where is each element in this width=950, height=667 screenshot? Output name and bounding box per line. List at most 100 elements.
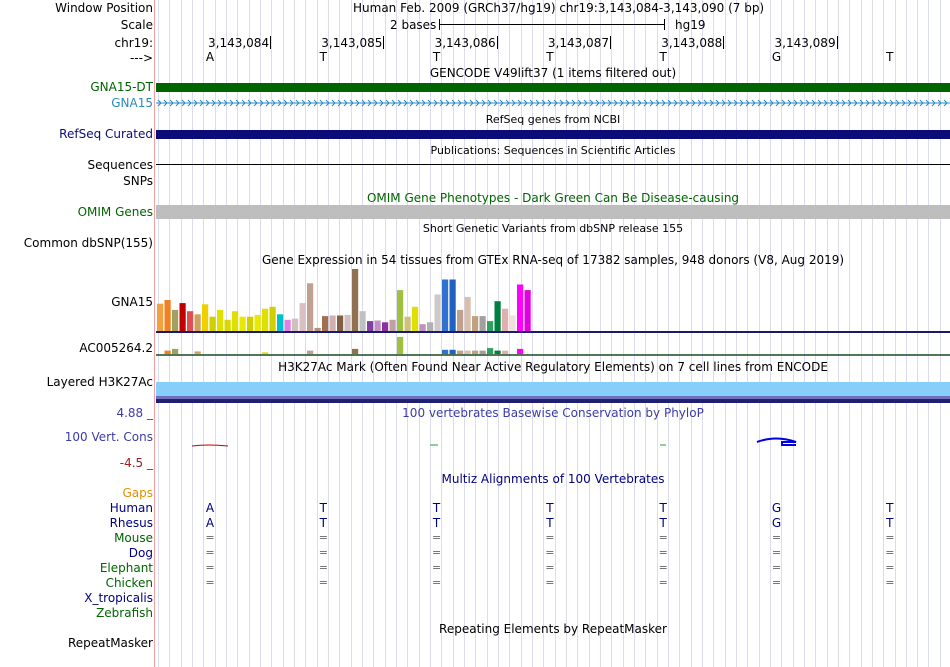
- gtex-tissue-bar[interactable]: [442, 279, 449, 332]
- species-label-x_tropicalis[interactable]: X_tropicalis: [84, 591, 153, 605]
- gna15-transcript-line[interactable]: [156, 97, 950, 109]
- gtex-tissue-bar[interactable]: [382, 322, 389, 331]
- base-letter: T: [886, 50, 894, 64]
- gna15dt-gene-bar[interactable]: [156, 83, 950, 92]
- species-label-human[interactable]: Human: [110, 501, 153, 515]
- gtex-tissue-bar[interactable]: [404, 316, 411, 331]
- h3k27ac-signal-base: [156, 399, 950, 403]
- gtex-tissue-bar[interactable]: [277, 314, 284, 331]
- gtex-tissue-bar[interactable]: [352, 269, 359, 331]
- ruler-tick: [497, 36, 498, 49]
- gtex-tissue-bar[interactable]: [187, 311, 194, 331]
- gtex-tissue-bar[interactable]: [487, 348, 494, 354]
- gtex-tissue-bar[interactable]: [487, 321, 494, 331]
- gtex-tissue-bar[interactable]: [457, 309, 464, 331]
- gtex-tissue-bar[interactable]: [299, 303, 306, 331]
- gtex-gna15-barchart[interactable]: [156, 268, 950, 334]
- gtex-tissue-bar[interactable]: [517, 284, 524, 332]
- gtex-tissue-bar[interactable]: [374, 320, 381, 332]
- gtex-tissue-bar[interactable]: [434, 294, 441, 331]
- refseq-gene-bar[interactable]: [156, 130, 950, 139]
- gtex-tissue-bar[interactable]: [284, 319, 291, 331]
- gtex-tissue-bar[interactable]: [239, 316, 246, 331]
- gtex-tissue-bar[interactable]: [449, 349, 456, 355]
- gtex-tissue-bar[interactable]: [329, 315, 336, 332]
- refseq-label[interactable]: RefSeq Curated: [59, 127, 153, 141]
- gtex-tissue-bar[interactable]: [494, 301, 501, 331]
- species-label-zebrafish[interactable]: Zebrafish: [96, 606, 153, 620]
- gtex-tissue-bar[interactable]: [502, 308, 509, 331]
- gtex-tissue-bar[interactable]: [322, 316, 329, 331]
- gtex-tissue-bar[interactable]: [194, 314, 201, 331]
- h3k27ac-track-title: H3K27Ac Mark (Often Found Near Active Re…: [278, 360, 828, 374]
- gtex-tissue-bar[interactable]: [307, 350, 314, 354]
- gtex-tissue-bar[interactable]: [524, 290, 531, 331]
- gna15-label[interactable]: GNA15: [111, 96, 153, 110]
- gtex-tissue-bar[interactable]: [217, 309, 224, 331]
- gtex-ac005264-label[interactable]: AC005264.2: [79, 341, 153, 355]
- gtex-tissue-bar[interactable]: [472, 350, 479, 354]
- gtex-tissue-bar[interactable]: [479, 316, 486, 331]
- h3k27ac-signal-bar[interactable]: [156, 382, 950, 396]
- species-label-rhesus[interactable]: Rhesus: [110, 516, 153, 530]
- gtex-tissue-bar[interactable]: [457, 350, 464, 354]
- gna15dt-label[interactable]: GNA15-DT: [90, 80, 153, 94]
- gtex-tissue-bar[interactable]: [517, 348, 524, 354]
- cons-label[interactable]: 100 Vert. Cons: [65, 430, 153, 444]
- snps-label[interactable]: SNPs: [123, 174, 153, 188]
- species-label-mouse[interactable]: Mouse: [114, 531, 153, 545]
- gtex-tissue-bar[interactable]: [479, 350, 486, 354]
- h3k27ac-label[interactable]: Layered H3K27Ac: [47, 375, 153, 389]
- gtex-tissue-bar[interactable]: [224, 319, 231, 331]
- gtex-tissue-bar[interactable]: [397, 337, 404, 354]
- gtex-tissue-bar[interactable]: [397, 290, 404, 331]
- gtex-tissue-bar[interactable]: [352, 348, 359, 354]
- gtex-tissue-bar[interactable]: [337, 315, 344, 332]
- gtex-tissue-bar[interactable]: [209, 316, 216, 331]
- gtex-tissue-bar[interactable]: [502, 350, 509, 354]
- gtex-tissue-bar[interactable]: [202, 304, 209, 331]
- gtex-tissue-bar[interactable]: [292, 318, 299, 331]
- gtex-tissue-bar[interactable]: [494, 350, 501, 354]
- gtex-tissue-bar[interactable]: [164, 350, 171, 354]
- omim-bar[interactable]: [156, 205, 950, 219]
- gtex-tissue-bar[interactable]: [254, 314, 261, 331]
- gtex-tissue-bar[interactable]: [269, 306, 276, 331]
- gtex-tissue-bar[interactable]: [449, 279, 456, 332]
- gaps-label[interactable]: Gaps: [122, 486, 153, 500]
- gtex-tissue-bar[interactable]: [194, 351, 201, 354]
- gtex-tissue-bar[interactable]: [464, 350, 471, 354]
- gtex-tissue-bar[interactable]: [262, 352, 269, 354]
- omim-label[interactable]: OMIM Genes: [78, 205, 153, 219]
- species-label-elephant[interactable]: Elephant: [100, 561, 153, 575]
- gtex-tissue-bar[interactable]: [172, 309, 179, 331]
- gtex-tissue-bar[interactable]: [359, 311, 366, 331]
- dbsnp-label[interactable]: Common dbSNP(155): [24, 236, 153, 250]
- gtex-tissue-bar[interactable]: [314, 327, 321, 331]
- gtex-tissue-bar[interactable]: [464, 296, 471, 331]
- gtex-tissue-bar[interactable]: [262, 308, 269, 331]
- gtex-tissue-bar[interactable]: [164, 300, 171, 331]
- gtex-tissue-bar[interactable]: [509, 315, 516, 332]
- species-label-chicken[interactable]: Chicken: [106, 576, 153, 590]
- gtex-gna15-label[interactable]: GNA15: [111, 295, 153, 309]
- gtex-tissue-bar[interactable]: [472, 316, 479, 331]
- gtex-tissue-bar[interactable]: [247, 316, 254, 331]
- sequences-label[interactable]: Sequences: [88, 158, 153, 172]
- gtex-tissue-bar[interactable]: [442, 349, 449, 355]
- gtex-tissue-bar[interactable]: [427, 322, 434, 331]
- repeatmasker-label[interactable]: RepeatMasker: [68, 636, 153, 650]
- ruler-coordinate: 3,143,088: [661, 36, 723, 50]
- gtex-tissue-bar[interactable]: [179, 303, 186, 331]
- gtex-tissue-bar[interactable]: [412, 306, 419, 331]
- gtex-tissue-bar[interactable]: [344, 314, 351, 331]
- gtex-ac005264-barchart[interactable]: [156, 336, 950, 356]
- gtex-tissue-bar[interactable]: [419, 324, 426, 331]
- gtex-tissue-bar[interactable]: [367, 321, 374, 331]
- species-label-dog[interactable]: Dog: [129, 546, 153, 560]
- gtex-tissue-bar[interactable]: [157, 303, 164, 331]
- gtex-tissue-bar[interactable]: [232, 311, 239, 331]
- gtex-tissue-bar[interactable]: [389, 319, 396, 331]
- gtex-tissue-bar[interactable]: [307, 283, 314, 331]
- gtex-tissue-bar[interactable]: [172, 348, 179, 354]
